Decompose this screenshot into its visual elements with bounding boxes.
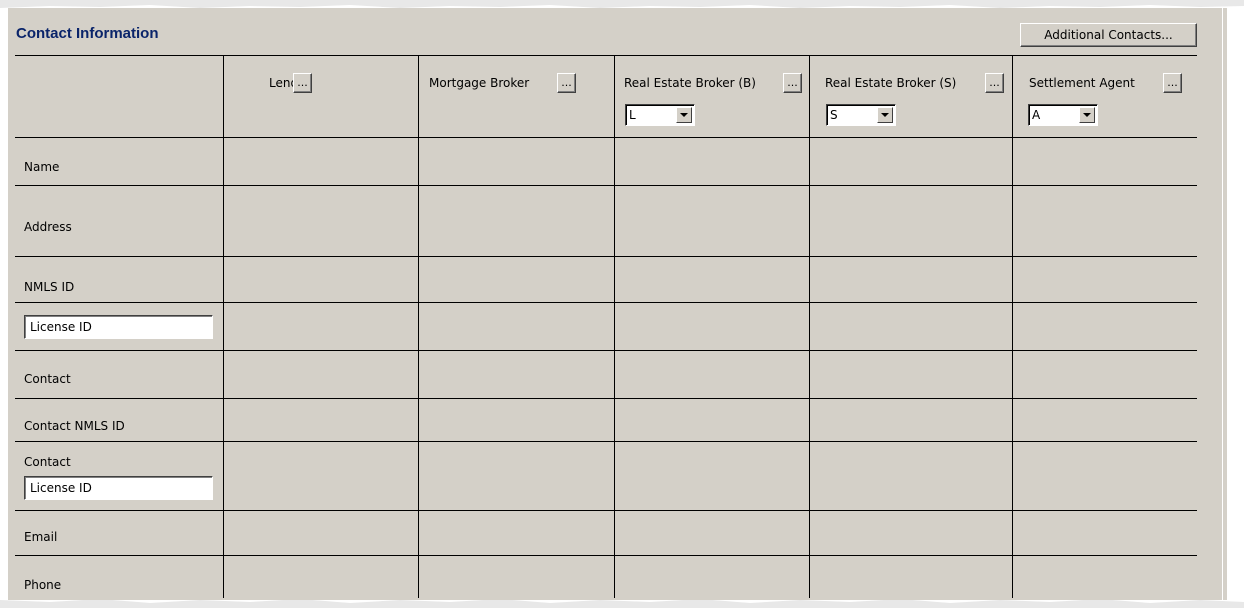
- row-label-email: Email: [24, 530, 58, 544]
- grid-line: [15, 55, 1197, 56]
- grid-line: [223, 55, 224, 598]
- row-label-phone: Phone: [24, 578, 62, 592]
- grid-line: [15, 302, 1197, 303]
- grid-line: [614, 55, 615, 598]
- grid-line: [15, 350, 1197, 351]
- row-label-nmls-id: NMLS ID: [24, 280, 75, 294]
- real-estate-broker-b-select[interactable]: L: [625, 104, 695, 126]
- additional-contacts-button[interactable]: Additional Contacts...: [1020, 23, 1197, 47]
- dropdown-arrow-icon[interactable]: [877, 107, 893, 123]
- contact-information-panel: [8, 8, 1223, 600]
- grid-line: [1012, 55, 1013, 598]
- panel-title: Contact Information: [16, 25, 159, 42]
- dropdown-arrow-icon[interactable]: [1079, 107, 1095, 123]
- select-value: L: [629, 108, 636, 122]
- contact-license-id-label-field[interactable]: [24, 476, 213, 500]
- grid-line: [809, 55, 810, 598]
- settlement-agent-lookup-button[interactable]: ...: [1163, 73, 1182, 93]
- row-label-contact: Contact: [24, 372, 71, 386]
- grid-line: [15, 185, 1197, 186]
- grid-line: [15, 137, 1197, 138]
- real-estate-broker-s-select[interactable]: S: [826, 104, 896, 126]
- grid-line: [15, 555, 1197, 556]
- grid-line: [15, 398, 1197, 399]
- row-label-address: Address: [24, 220, 72, 234]
- panel-right-gutter: [1222, 8, 1227, 600]
- dropdown-arrow-icon[interactable]: [676, 107, 692, 123]
- grid-line: [15, 441, 1197, 442]
- lender-lookup-button[interactable]: ...: [293, 73, 312, 93]
- real-estate-broker-s-lookup-button[interactable]: ...: [985, 73, 1004, 93]
- column-header-real-estate-broker-b: Real Estate Broker (B): [624, 76, 756, 90]
- settlement-agent-select[interactable]: A: [1028, 104, 1098, 126]
- row-label-name: Name: [24, 160, 60, 174]
- mortgage-broker-lookup-button[interactable]: ...: [557, 73, 576, 93]
- row-label-contact-license: Contact: [24, 455, 71, 469]
- column-header-mortgage-broker: Mortgage Broker: [429, 76, 530, 90]
- grid-line: [15, 510, 1197, 511]
- real-estate-broker-b-lookup-button[interactable]: ...: [783, 73, 802, 93]
- column-header-real-estate-broker-s: Real Estate Broker (S): [825, 76, 957, 90]
- grid-line: [418, 55, 419, 598]
- row-label-contact-nmls-id: Contact NMLS ID: [24, 419, 125, 433]
- column-header-settlement-agent: Settlement Agent: [1029, 76, 1135, 90]
- select-value: S: [830, 108, 838, 122]
- license-id-label-field[interactable]: [24, 315, 213, 339]
- grid-line: [15, 256, 1197, 257]
- select-value: A: [1032, 108, 1041, 122]
